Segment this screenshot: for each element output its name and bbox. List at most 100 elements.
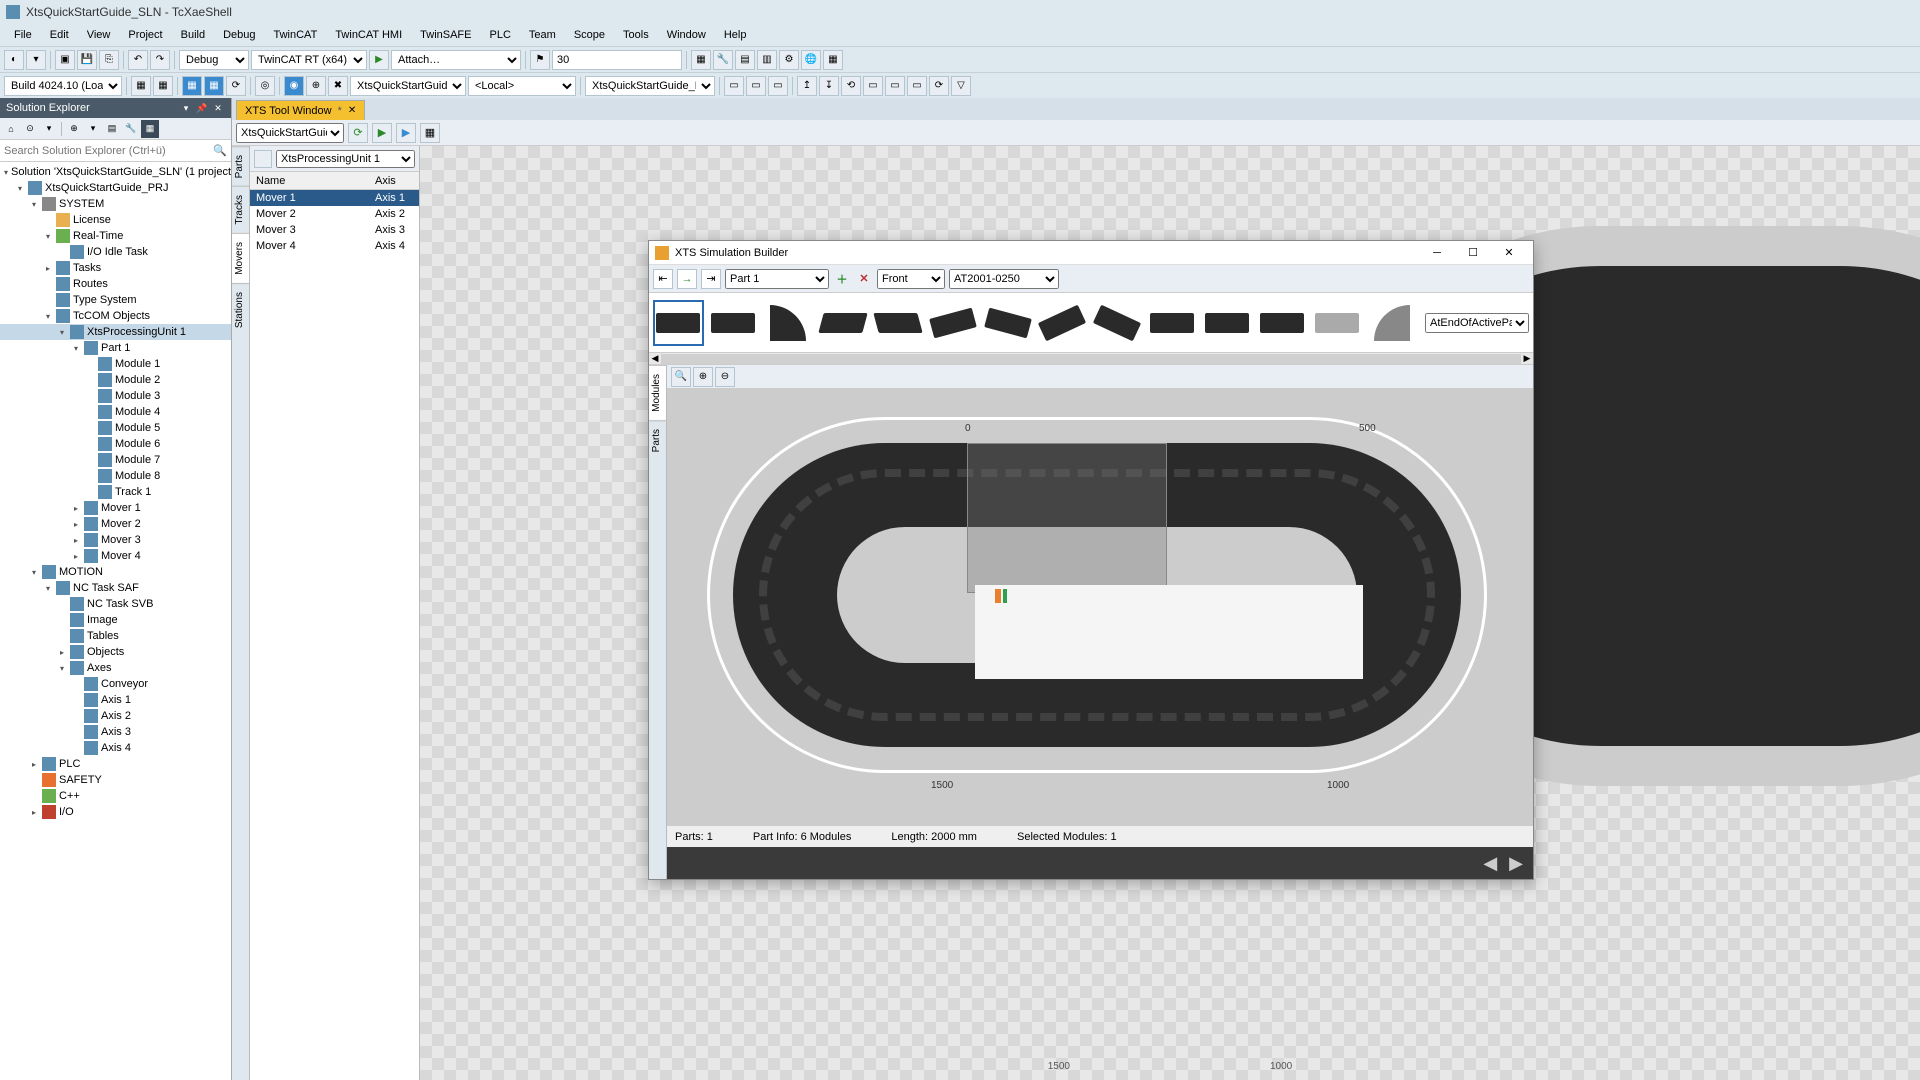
tree-module-6[interactable]: Module 6 (0, 436, 231, 452)
insert-mode-select[interactable]: AtEndOfActivePart (1425, 313, 1529, 333)
doc-play-icon[interactable]: ▶ (372, 123, 392, 143)
tree-module-1[interactable]: Module 1 (0, 356, 231, 372)
tb2-icon-15[interactable]: ⟲ (841, 76, 861, 96)
tb2-icon-3[interactable]: ▦ (182, 76, 202, 96)
side-tab-parts[interactable]: Parts (232, 146, 249, 186)
tree-plc[interactable]: ▸PLC (0, 756, 231, 772)
sim-titlebar[interactable]: XTS Simulation Builder ─ ☐ ✕ (649, 241, 1533, 265)
tree-part-1[interactable]: ▾Part 1 (0, 340, 231, 356)
menu-help[interactable]: Help (716, 27, 755, 43)
numeric-input[interactable] (552, 50, 682, 70)
menu-twinsafe[interactable]: TwinSAFE (412, 27, 479, 43)
tree-xtsquickstartguide-prj[interactable]: ▾XtsQuickStartGuide_PRJ (0, 180, 231, 196)
side-tab-tracks[interactable]: Tracks (232, 186, 249, 233)
menu-twincat[interactable]: TwinCAT (266, 27, 326, 43)
nav-prev-icon[interactable]: → (677, 269, 697, 289)
tb2-icon-19[interactable]: ⟳ (929, 76, 949, 96)
tree-module-7[interactable]: Module 7 (0, 452, 231, 468)
search-input[interactable] (4, 145, 213, 157)
nav-first-icon[interactable]: ⇤ (653, 269, 673, 289)
zoom-fit-icon[interactable]: 🔍 (671, 367, 691, 387)
attach-select[interactable]: Attach… (391, 50, 521, 70)
tree-module-3[interactable]: Module 3 (0, 388, 231, 404)
module-thumb-5[interactable] (872, 300, 923, 346)
open-icon[interactable]: ▣ (55, 50, 75, 70)
tree-mover-3[interactable]: ▸Mover 3 (0, 532, 231, 548)
config-select[interactable]: Debug (179, 50, 249, 70)
tree-routes[interactable]: Routes (0, 276, 231, 292)
menu-build[interactable]: Build (173, 27, 213, 43)
tree-axis-2[interactable]: Axis 2 (0, 708, 231, 724)
side-tab-stations[interactable]: Stations (232, 283, 249, 336)
module-thumb-13[interactable] (1311, 300, 1362, 346)
tree-real-time[interactable]: ▾Real-Time (0, 228, 231, 244)
menu-edit[interactable]: Edit (42, 27, 77, 43)
sim-side-tab-modules[interactable]: Modules (649, 365, 666, 420)
model-select[interactable]: AT2001-0250 (949, 269, 1059, 289)
tree-safety[interactable]: SAFETY (0, 772, 231, 788)
undo-icon[interactable]: ↶ (128, 50, 148, 70)
target-icon[interactable]: ◎ (255, 76, 275, 96)
view-select[interactable]: Front (877, 269, 945, 289)
tree-nc-task-saf[interactable]: ▾NC Task SAF (0, 580, 231, 596)
tb2-icon-8[interactable]: ✖ (328, 76, 348, 96)
doc-refresh-icon[interactable]: ⟳ (348, 123, 368, 143)
project-combo[interactable]: XtsQuickStartGuide_I (236, 123, 344, 143)
module-thumb-4[interactable] (818, 300, 869, 346)
menu-project[interactable]: Project (120, 27, 170, 43)
tree-axis-4[interactable]: Axis 4 (0, 740, 231, 756)
gallery-scrollbar[interactable]: ◀ ▶ (649, 353, 1533, 365)
menu-twincat-hmi[interactable]: TwinCAT HMI (327, 27, 410, 43)
module-thumb-3[interactable] (763, 300, 814, 346)
next-step-icon[interactable]: ▶ (1509, 853, 1523, 874)
tree-module-2[interactable]: Module 2 (0, 372, 231, 388)
tb2-icon-6[interactable]: ◉ (284, 76, 304, 96)
tool-icon-7[interactable]: ▦ (823, 50, 843, 70)
prev-step-icon[interactable]: ◀ (1483, 853, 1497, 874)
mover-row-mover-3[interactable]: Mover 3Axis 3 (250, 222, 419, 238)
save-icon[interactable]: 💾 (77, 50, 97, 70)
maximize-icon[interactable]: ☐ (1455, 242, 1491, 264)
tree-module-8[interactable]: Module 8 (0, 468, 231, 484)
unit-icon[interactable] (254, 150, 272, 168)
tb2-icon-7[interactable]: ⊕ (306, 76, 326, 96)
se-icon-8[interactable]: ▦ (141, 120, 159, 138)
tree-conveyor[interactable]: Conveyor (0, 676, 231, 692)
tree-image[interactable]: Image (0, 612, 231, 628)
doc-play2-icon[interactable]: ▶ (396, 123, 416, 143)
tb2-icon-20[interactable]: ▽ (951, 76, 971, 96)
part-select[interactable]: Part 1 (725, 269, 829, 289)
se-nav-icon[interactable]: ⊙ (21, 120, 39, 138)
module-thumb-2[interactable] (708, 300, 759, 346)
tb2-icon-2[interactable]: ▦ (153, 76, 173, 96)
module-thumb-12[interactable] (1256, 300, 1307, 346)
tb2-icon-13[interactable]: ↥ (797, 76, 817, 96)
tree-mover-4[interactable]: ▸Mover 4 (0, 548, 231, 564)
tb2-icon-4[interactable]: ▦ (204, 76, 224, 96)
menu-scope[interactable]: Scope (566, 27, 613, 43)
new-icon[interactable]: ◐ (4, 50, 24, 70)
tree-motion[interactable]: ▾MOTION (0, 564, 231, 580)
local-select[interactable]: <Local> (468, 76, 576, 96)
solution-root[interactable]: ▾ Solution 'XtsQuickStartGuide_SLN' (1 p… (0, 164, 231, 180)
zoom-in-icon[interactable]: ⊕ (693, 367, 713, 387)
scroll-left-icon[interactable]: ◀ (649, 353, 661, 364)
tree-system[interactable]: ▾SYSTEM (0, 196, 231, 212)
module-thumb-6[interactable] (927, 300, 978, 346)
minimize-icon[interactable]: ─ (1419, 242, 1455, 264)
se-home-icon[interactable]: ⌂ (2, 120, 20, 138)
project-select[interactable]: XtsQuickStartGuide_PRJ (350, 76, 466, 96)
panel-pin-icon[interactable]: 📌 (195, 101, 209, 115)
tb2-icon-14[interactable]: ↧ (819, 76, 839, 96)
tree-axes[interactable]: ▾Axes (0, 660, 231, 676)
tree-i-o-idle-task[interactable]: I/O Idle Task (0, 244, 231, 260)
col-axis[interactable]: Axis (369, 175, 419, 187)
module-thumb-11[interactable] (1202, 300, 1253, 346)
tool-icon-3[interactable]: ▤ (735, 50, 755, 70)
panel-dropdown-icon[interactable]: ▾ (179, 101, 193, 115)
se-drop-icon[interactable]: ▾ (40, 120, 58, 138)
selected-module[interactable] (967, 443, 1167, 593)
tree-module-4[interactable]: Module 4 (0, 404, 231, 420)
tree-axis-1[interactable]: Axis 1 (0, 692, 231, 708)
redo-icon[interactable]: ↷ (150, 50, 170, 70)
